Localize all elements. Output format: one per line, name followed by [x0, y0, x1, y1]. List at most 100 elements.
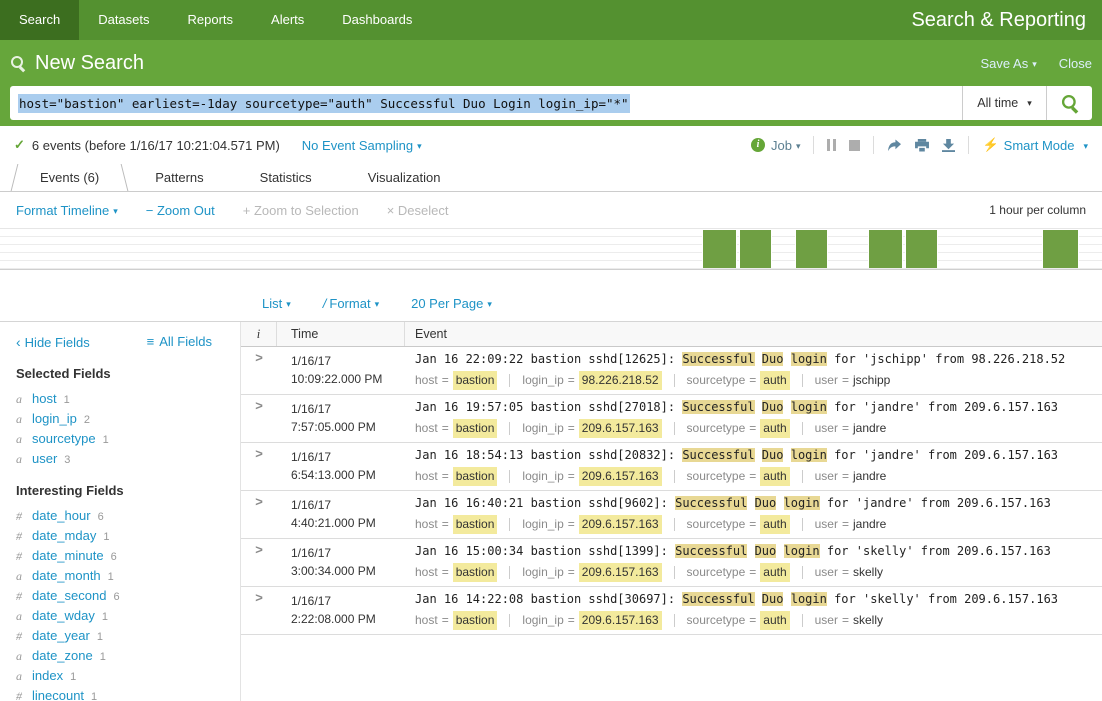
field-link[interactable]: date_second	[32, 586, 106, 606]
close-link[interactable]: Close	[1059, 56, 1092, 71]
deselect-link[interactable]: × Deselect	[387, 203, 449, 218]
field-value-sourcetype[interactable]: auth	[760, 371, 789, 390]
field-value-host[interactable]: bastion	[453, 563, 498, 582]
field-value-host[interactable]: bastion	[453, 371, 498, 390]
field-value-login-ip[interactable]: 209.6.157.163	[579, 467, 662, 486]
field-link[interactable]: date_year	[32, 626, 90, 646]
list-type-dropdown[interactable]: List	[262, 296, 291, 311]
field-count: 1	[97, 627, 103, 647]
field-link[interactable]: date_zone	[32, 646, 93, 666]
event-time: 6:54:13.000 PM	[291, 466, 405, 484]
nav-item[interactable]: Datasets	[79, 0, 168, 40]
field-link[interactable]: date_hour	[32, 506, 91, 526]
job-menu[interactable]: Job	[751, 138, 801, 153]
field-value-login-ip[interactable]: 98.226.218.52	[579, 371, 662, 390]
field-separator	[509, 374, 510, 387]
field-link[interactable]: host	[32, 389, 57, 409]
tab[interactable]: Patterns	[127, 164, 231, 191]
save-as-label: Save As	[981, 56, 1029, 71]
format-dropdown[interactable]: Format	[323, 296, 379, 311]
nav-item[interactable]: Alerts	[252, 0, 323, 40]
field-value-sourcetype[interactable]: auth	[760, 563, 789, 582]
field-value-user[interactable]: jandre	[853, 515, 886, 534]
field-link[interactable]: login_ip	[32, 409, 77, 429]
zoom-to-selection-link[interactable]: + Zoom to Selection	[243, 203, 359, 218]
field-link[interactable]: date_wday	[32, 606, 95, 626]
list-type-label: List	[262, 296, 282, 311]
field-value-host[interactable]: bastion	[453, 419, 498, 438]
field-link[interactable]: user	[32, 449, 57, 469]
field-value-login-ip[interactable]: 209.6.157.163	[579, 563, 662, 582]
nav-item[interactable]: Search	[0, 0, 79, 40]
event-fields-row: host=bastion login_ip=209.6.157.163 sour…	[415, 611, 1094, 630]
field-item: a sourcetype 1	[16, 429, 240, 449]
field-link[interactable]: sourcetype	[32, 429, 96, 449]
field-link[interactable]: date_month	[32, 566, 101, 586]
field-link[interactable]: linecount	[32, 686, 84, 701]
tab[interactable]: Statistics	[232, 164, 340, 191]
field-item: # date_minute 6	[16, 546, 240, 566]
expand-chevron-icon[interactable]	[255, 590, 263, 605]
expand-chevron-icon[interactable]	[255, 446, 263, 461]
field-value-user[interactable]: skelly	[853, 611, 883, 630]
field-link[interactable]: index	[32, 666, 63, 686]
event-sampling-link[interactable]: No Event Sampling	[302, 138, 422, 153]
per-page-dropdown[interactable]: 20 Per Page	[411, 296, 492, 311]
field-value-user[interactable]: skelly	[853, 563, 883, 582]
search-input[interactable]: host="bastion" earliest=-1day sourcetype…	[10, 86, 962, 120]
field-type-icon: a	[16, 389, 25, 409]
pause-icon[interactable]	[827, 139, 836, 151]
timeline-bar[interactable]	[702, 230, 737, 268]
expand-chevron-icon[interactable]	[255, 494, 263, 509]
event-fields-row: host=bastion login_ip=209.6.157.163 sour…	[415, 467, 1094, 486]
tab[interactable]: Events (6)	[12, 164, 127, 191]
event-timestamp: 1/16/17 10:09:22.000 PM	[277, 350, 405, 390]
print-icon[interactable]	[915, 139, 929, 152]
field-separator	[674, 422, 675, 435]
export-icon[interactable]	[942, 139, 955, 152]
field-value-login-ip[interactable]: 209.6.157.163	[579, 419, 662, 438]
nav-item[interactable]: Reports	[169, 0, 253, 40]
interesting-fields-title: Interesting Fields	[16, 483, 240, 498]
expand-chevron-icon[interactable]	[255, 542, 263, 557]
tab[interactable]: Visualization	[340, 164, 469, 191]
event-date: 1/16/17	[291, 400, 405, 418]
hide-fields-link[interactable]: Hide Fields	[16, 334, 90, 350]
field-link[interactable]: date_minute	[32, 546, 104, 566]
share-icon[interactable]	[887, 139, 902, 152]
field-value-sourcetype[interactable]: auth	[760, 515, 789, 534]
search-button[interactable]	[1046, 86, 1092, 120]
nav-item[interactable]: Dashboards	[323, 0, 431, 40]
timeline-bar[interactable]	[868, 230, 902, 268]
field-value-user[interactable]: jandre	[853, 419, 886, 438]
expand-chevron-icon[interactable]	[255, 350, 263, 365]
time-range-picker[interactable]: All time	[962, 86, 1046, 120]
save-as-link[interactable]: Save As	[981, 56, 1037, 71]
field-value-login-ip[interactable]: 209.6.157.163	[579, 611, 662, 630]
smart-mode-link[interactable]: Smart Mode	[982, 137, 1088, 153]
field-value-sourcetype[interactable]: auth	[760, 419, 789, 438]
timeline-bar[interactable]	[739, 230, 772, 268]
field-value-host[interactable]: bastion	[453, 467, 498, 486]
timeline-chart[interactable]	[0, 228, 1102, 270]
timeline-bar[interactable]	[1042, 230, 1078, 268]
field-separator	[802, 470, 803, 483]
field-value-login-ip[interactable]: 209.6.157.163	[579, 515, 662, 534]
field-value-sourcetype[interactable]: auth	[760, 467, 789, 486]
format-timeline-link[interactable]: Format Timeline	[16, 203, 118, 218]
field-value-user[interactable]: jschipp	[853, 371, 890, 390]
expand-chevron-icon[interactable]	[255, 398, 263, 413]
field-link[interactable]: date_mday	[32, 526, 96, 546]
all-fields-link[interactable]: All Fields	[147, 334, 212, 350]
field-value-host[interactable]: bastion	[453, 515, 498, 534]
field-value-host[interactable]: bastion	[453, 611, 498, 630]
field-name-login-ip: login_ip	[522, 467, 563, 486]
stop-icon[interactable]	[849, 140, 860, 151]
field-value-sourcetype[interactable]: auth	[760, 611, 789, 630]
highlighted-term: Successful	[682, 592, 754, 606]
zoom-out-link[interactable]: − Zoom Out	[146, 203, 215, 218]
field-separator	[802, 614, 803, 627]
timeline-bar[interactable]	[795, 230, 828, 268]
field-value-user[interactable]: jandre	[853, 467, 886, 486]
timeline-bar[interactable]	[905, 230, 938, 268]
